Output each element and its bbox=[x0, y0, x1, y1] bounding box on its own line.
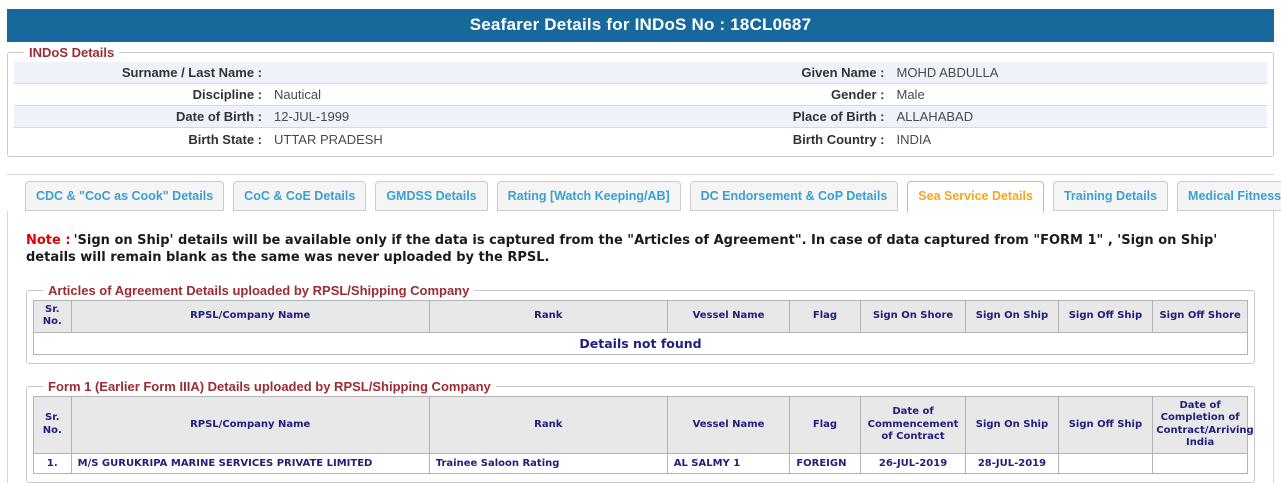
table-header-row: Sr. No. RPSL/Company Name Rank Vessel Na… bbox=[33, 299, 1248, 333]
cell-vessel-name: AL SALMY 1 bbox=[666, 452, 791, 474]
page: Seafarer Details for INDoS No : 18CL0687… bbox=[0, 0, 1281, 483]
note: Note : 'Sign on Ship' details will be ava… bbox=[26, 233, 1255, 267]
surname-label: Surname / Last Name : bbox=[121, 65, 262, 80]
tab-coc-coe-details[interactable]: CoC & CoE Details bbox=[233, 181, 367, 211]
discipline-label: Discipline : bbox=[192, 87, 262, 102]
detail-row-birth-state: Birth State : UTTAR PRADESH Birth Countr… bbox=[14, 128, 1267, 150]
col-rank: Rank bbox=[428, 299, 668, 333]
tab-sea-service-details[interactable]: Sea Service Details bbox=[907, 181, 1044, 213]
col-date-of-completion: Date of Completion of Contract/Arriving … bbox=[1152, 395, 1254, 454]
col-rpsl-company-name: RPSL/Company Name bbox=[70, 299, 430, 333]
detail-row-date-of-birth: Date of Birth : 12-JUL-1999 Place of Bir… bbox=[14, 106, 1267, 128]
birth-country-label: Birth Country : bbox=[792, 131, 885, 147]
cell-flag: FOREIGN bbox=[789, 452, 861, 474]
col-sign-on-ship: Sign On Ship bbox=[965, 395, 1059, 454]
tab-bar: CDC & "CoC as Cook" Details CoC & CoE De… bbox=[7, 175, 1281, 213]
place-of-birth-label: Place of Birth : bbox=[792, 109, 885, 124]
col-sign-off-ship: Sign Off Ship bbox=[1057, 395, 1154, 454]
form1-legend: Form 1 (Earlier Form IIIA) Details uploa… bbox=[48, 378, 491, 394]
form1-table: Sr. No. RPSL/Company Name Rank Vessel Na… bbox=[33, 395, 1254, 474]
birth-country-value: INDIA bbox=[896, 131, 932, 147]
tab-rating-watch-keeping-ab[interactable]: Rating [Watch Keeping/AB] bbox=[496, 181, 681, 211]
form1-section: Form 1 (Earlier Form IIIA) Details uploa… bbox=[26, 378, 1255, 483]
note-text: 'Sign on Ship' details will be available… bbox=[26, 233, 1218, 265]
cell-sign-on-ship: 28-JUL-2019 bbox=[965, 452, 1059, 474]
articles-of-agreement-table: Sr. No. RPSL/Company Name Rank Vessel Na… bbox=[33, 299, 1248, 355]
detail-row-surname: Surname / Last Name : Given Name : MOHD … bbox=[14, 62, 1267, 84]
tab-training-details[interactable]: Training Details bbox=[1052, 181, 1169, 211]
note-prefix: Note : bbox=[26, 233, 71, 248]
col-rpsl-company-name: RPSL/Company Name bbox=[70, 395, 430, 454]
date-of-birth-label: Date of Birth : bbox=[176, 109, 262, 124]
empty-row: Details not found bbox=[33, 331, 1248, 355]
cell-rank: Trainee Saloon Rating bbox=[428, 452, 668, 474]
col-flag: Flag bbox=[789, 395, 861, 454]
birth-state-value: UTTAR PRADESH bbox=[274, 131, 383, 147]
col-sign-off-ship: Sign Off Ship bbox=[1057, 299, 1154, 333]
sea-service-tab-panel: Note : 'Sign on Ship' details will be ava… bbox=[7, 211, 1274, 483]
details-not-found-message: Details not found bbox=[33, 331, 1248, 355]
tab-cdc-coc-as-cook-details[interactable]: CDC & "CoC as Cook" Details bbox=[25, 181, 225, 211]
birth-state-label: Birth State : bbox=[188, 131, 262, 147]
cell-sign-off-ship bbox=[1057, 452, 1154, 474]
col-vessel-name: Vessel Name bbox=[666, 299, 791, 333]
place-of-birth-value: ALLAHABAD bbox=[896, 109, 974, 124]
col-sign-on-shore: Sign On Shore bbox=[859, 299, 967, 333]
discipline-value: Nautical bbox=[274, 87, 321, 102]
page-title: Seafarer Details for INDoS No : 18CL0687 bbox=[7, 9, 1274, 42]
indos-details-rows: Surname / Last Name : Given Name : MOHD … bbox=[14, 62, 1267, 150]
col-vessel-name: Vessel Name bbox=[666, 395, 791, 454]
gender-label: Gender : bbox=[831, 87, 885, 102]
indos-details-legend: INDoS Details bbox=[29, 45, 115, 60]
col-sign-off-shore: Sign Off Shore bbox=[1152, 299, 1248, 333]
col-rank: Rank bbox=[428, 395, 668, 454]
col-sr-no: Sr. No. bbox=[33, 395, 72, 454]
table-row: 1. M/S GURUKRIPA MARINE SERVICES PRIVATE… bbox=[33, 452, 1248, 474]
tab-gmdss-details[interactable]: GMDSS Details bbox=[375, 181, 488, 211]
tab-dc-endorsement-cop-details[interactable]: DC Endorsement & CoP Details bbox=[689, 181, 899, 211]
tab-section: CDC & "CoC as Cook" Details CoC & CoE De… bbox=[7, 174, 1281, 483]
tab-medical-fitness-certificate[interactable]: Medical Fitness Certificate bbox=[1177, 181, 1281, 211]
cell-sr-no: 1. bbox=[33, 452, 72, 474]
cell-date-of-completion bbox=[1152, 452, 1248, 474]
indos-details-section: INDoS Details Surname / Last Name : Give… bbox=[7, 45, 1274, 157]
given-name-value: MOHD ABDULLA bbox=[896, 65, 999, 80]
col-sign-on-ship: Sign On Ship bbox=[965, 299, 1059, 333]
gender-value: Male bbox=[896, 87, 925, 102]
table-header-row: Sr. No. RPSL/Company Name Rank Vessel Na… bbox=[33, 395, 1254, 454]
articles-of-agreement-legend: Articles of Agreement Details uploaded b… bbox=[48, 282, 470, 298]
col-date-of-commencement: Date of Commencement of Contract bbox=[859, 395, 967, 454]
date-of-birth-value: 12-JUL-1999 bbox=[274, 109, 350, 124]
detail-row-discipline: Discipline : Nautical Gender : Male bbox=[14, 84, 1267, 106]
col-sr-no: Sr. No. bbox=[33, 299, 72, 333]
col-flag: Flag bbox=[789, 299, 861, 333]
given-name-label: Given Name : bbox=[801, 65, 885, 80]
cell-date-of-commencement: 26-JUL-2019 bbox=[859, 452, 967, 474]
cell-company-name: M/S GURUKRIPA MARINE SERVICES PRIVATE LI… bbox=[70, 452, 430, 474]
articles-of-agreement-section: Articles of Agreement Details uploaded b… bbox=[26, 282, 1255, 364]
